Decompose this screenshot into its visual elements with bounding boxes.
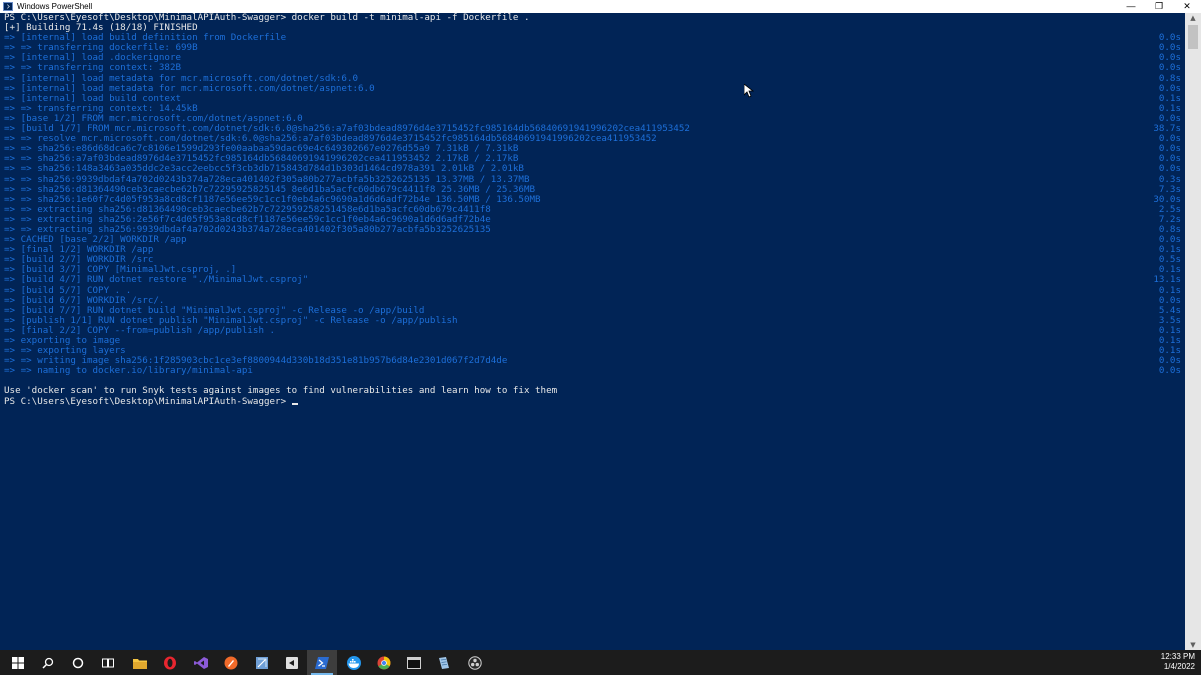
- console-line: => [build 5/7] COPY . . 0.1s: [4, 285, 1181, 296]
- mouse-pointer-icon: [744, 84, 754, 98]
- console-line-text: => => naming to docker.io/library/minima…: [4, 365, 253, 377]
- step-duration: 0.0s: [1158, 365, 1181, 377]
- windows-logo-icon: [12, 656, 24, 669]
- console-line: => exporting to image 0.1s: [4, 335, 1181, 346]
- notes-icon: [437, 656, 451, 670]
- start-button[interactable]: [3, 650, 33, 675]
- opera-app[interactable]: [155, 650, 185, 675]
- powershell-app[interactable]: [307, 650, 337, 675]
- window-title: Windows PowerShell: [17, 2, 93, 11]
- scroll-down-arrow-icon[interactable]: ▼: [1185, 640, 1201, 650]
- task-view-button[interactable]: [93, 650, 123, 675]
- search-button[interactable]: [33, 650, 63, 675]
- cortana-button[interactable]: [63, 650, 93, 675]
- console-line: => [build 4/7] RUN dotnet restore "./Min…: [4, 275, 1181, 285]
- powershell-icon: [315, 656, 329, 670]
- console-output[interactable]: PS C:\Users\Eyesoft\Desktop\MinimalAPIAu…: [4, 13, 1181, 650]
- console-prompt: PS C:\Users\Eyesoft\Desktop\MinimalAPIAu…: [4, 395, 292, 407]
- capture-icon: [285, 656, 299, 670]
- taskbar-clock[interactable]: 12:33 PM 1/4/2022: [1145, 652, 1195, 672]
- file-explorer-app[interactable]: [125, 650, 155, 675]
- visual-studio-app[interactable]: [186, 650, 216, 675]
- taskbar: 12:33 PM 1/4/2022: [0, 650, 1201, 675]
- cortana-circle-icon: [72, 657, 84, 669]
- window-title-bar[interactable]: Windows PowerShell — ❐ ✕: [0, 0, 1201, 13]
- powershell-icon: [3, 2, 13, 11]
- text-cursor: [291, 402, 298, 405]
- scrollbar-thumb[interactable]: [1188, 25, 1198, 49]
- postman-app[interactable]: [216, 650, 246, 675]
- task-view-icon: [102, 657, 114, 669]
- maximize-button[interactable]: ❐: [1145, 0, 1173, 13]
- docker-whale-icon: [346, 655, 362, 670]
- terminal-app[interactable]: [399, 650, 429, 675]
- obs-app[interactable]: [460, 650, 490, 675]
- postman-icon: [224, 656, 238, 670]
- close-button[interactable]: ✕: [1173, 0, 1201, 13]
- step-duration: 0.0s: [1158, 163, 1181, 175]
- chrome-icon: [377, 656, 391, 670]
- sharex-app[interactable]: [277, 650, 307, 675]
- remote-desktop-app[interactable]: [247, 650, 277, 675]
- scroll-up-arrow-icon[interactable]: ▲: [1185, 13, 1201, 23]
- console-line: => CACHED [base 2/2] WORKDIR /app 0.0s: [4, 234, 1181, 245]
- remote-desktop-icon: [255, 656, 269, 670]
- console-line: => => naming to docker.io/library/minima…: [4, 366, 1181, 376]
- opera-icon: [163, 656, 177, 670]
- window-controls: — ❐ ✕: [1117, 0, 1201, 13]
- folder-icon: [133, 657, 147, 669]
- chrome-app[interactable]: [369, 650, 399, 675]
- console-line: => [final 1/2] WORKDIR /app 0.1s: [4, 245, 1181, 255]
- clock-time: 12:33 PM: [1160, 652, 1195, 661]
- search-icon: [42, 657, 54, 669]
- clock-date: 1/4/2022: [1163, 662, 1195, 671]
- vertical-scrollbar[interactable]: ▲ ▼: [1185, 13, 1201, 650]
- console-prompt-line[interactable]: PS C:\Users\Eyesoft\Desktop\MinimalAPIAu…: [4, 395, 1181, 407]
- minimize-button[interactable]: —: [1117, 0, 1145, 13]
- docker-app[interactable]: [339, 650, 369, 675]
- notes-app[interactable]: [429, 650, 459, 675]
- terminal-icon: [407, 656, 421, 669]
- obs-icon: [468, 655, 482, 670]
- visual-studio-icon: [194, 656, 208, 670]
- console-line: => [final 2/2] COPY --from=publish /app/…: [4, 325, 1181, 336]
